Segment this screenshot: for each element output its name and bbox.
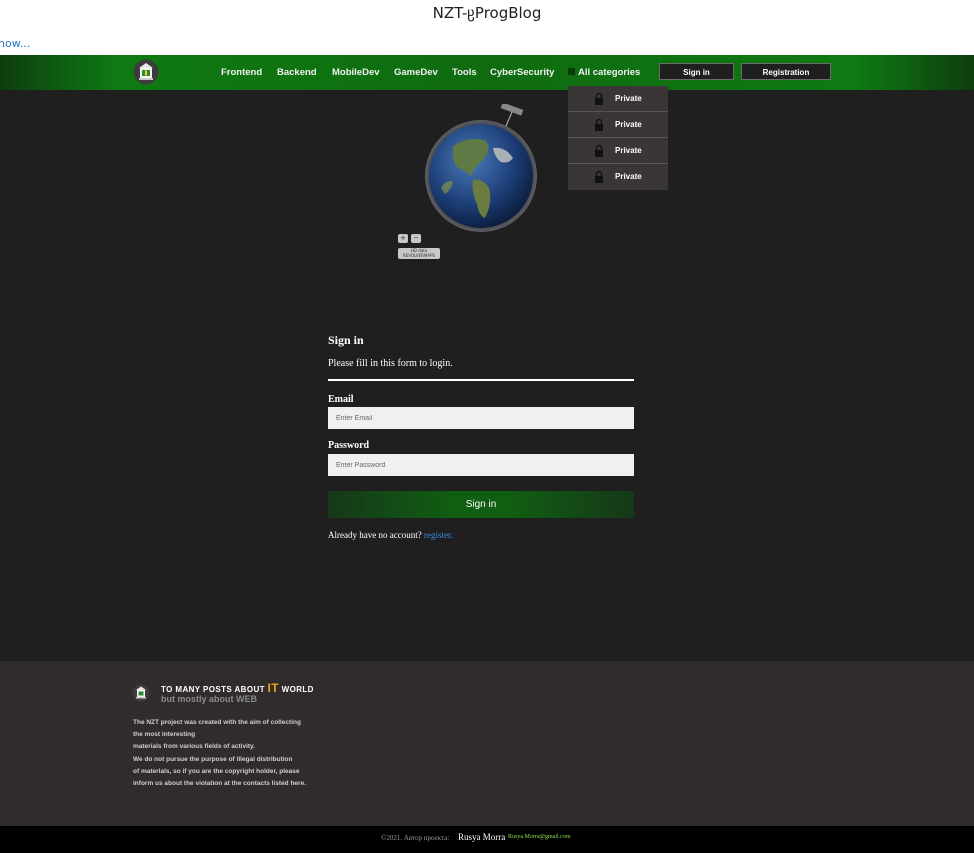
nav-mobiledev[interactable]: MobileDev <box>332 67 380 78</box>
footer-subheading: but mostly about WEB <box>161 694 257 704</box>
password-label: Password <box>328 440 370 451</box>
footer-heading-it: IT <box>267 681 279 695</box>
lock-icon <box>595 170 603 183</box>
register-prompt: Already have no account? register. <box>328 530 453 540</box>
registration-nav-button[interactable]: Registration <box>741 63 831 80</box>
signin-nav-button[interactable]: Sign in <box>659 63 734 80</box>
page-title: NZT-ჸProgBlog <box>432 4 542 22</box>
site-logo-icon[interactable] <box>133 59 159 85</box>
footer-heading: TO MANY POSTS ABOUT IT WORLD <box>161 681 314 695</box>
footer-description-line: We do not pursue the purpose of illegal … <box>133 755 293 763</box>
map-zoom-out-button[interactable]: − <box>411 234 421 243</box>
footer-logo-icon <box>132 684 150 702</box>
footer: TO MANY POSTS ABOUT IT WORLD but mostly … <box>0 661 974 826</box>
dropdown-item-label: Private <box>615 146 642 155</box>
nav-gamedev[interactable]: GameDev <box>394 67 438 78</box>
footer-heading-post: WORLD <box>281 685 314 694</box>
nav-tools[interactable]: Tools <box>452 67 477 78</box>
lock-icon <box>595 118 603 131</box>
nav-all-categories[interactable]: All categories <box>578 67 640 78</box>
dropdown-item[interactable]: Private <box>568 112 668 138</box>
email-label: Email <box>328 394 354 405</box>
globe-map[interactable] <box>423 118 539 234</box>
map-badge-line: REVOLVERMAPS <box>402 253 436 258</box>
email-field[interactable] <box>328 407 634 429</box>
dropdown-item-label: Private <box>615 94 642 103</box>
copyright-bar: ©2021. Автор проекта: Rusya Morra Rusya.… <box>0 826 974 853</box>
footer-description-line: The NZT project was created with the aim… <box>133 719 301 726</box>
footer-description-line: the most interesting <box>133 731 196 739</box>
lock-icon <box>595 144 603 157</box>
nav-cybersecurity[interactable]: CyberSecurity <box>490 67 554 78</box>
footer-description-line: inform us about the violation at the con… <box>133 780 306 788</box>
dropdown-item[interactable]: Private <box>568 86 668 112</box>
dropdown-item-label: Private <box>615 120 642 129</box>
nav-backend[interactable]: Backend <box>277 67 317 78</box>
author-email-link[interactable]: Rusya.Morra@gmail.com <box>508 834 571 840</box>
copyright-text: ©2021. Автор проекта: <box>381 834 450 842</box>
form-subtitle: Please fill in this form to login. <box>328 358 453 369</box>
register-text: Already have no account? <box>328 530 422 540</box>
browser-header: NZT-ჸProgBlog now... <box>0 0 974 55</box>
form-title: Sign in <box>328 333 364 347</box>
footer-description: The NZT project was created with the aim… <box>133 717 343 790</box>
dropdown-item-label: Private <box>615 172 642 181</box>
footer-description-line: of materials, so if you are the copyrigh… <box>133 767 300 775</box>
dropdown-item[interactable]: Private <box>568 164 668 190</box>
map-zoom-in-button[interactable]: + <box>398 234 408 243</box>
nav-frontend[interactable]: Frontend <box>221 67 262 78</box>
form-divider <box>328 379 634 381</box>
categories-marker-icon <box>568 68 575 75</box>
categories-dropdown: Private Private Private Private <box>568 86 668 190</box>
show-more-link[interactable]: now... <box>0 37 30 50</box>
signin-submit-button[interactable]: Sign in <box>328 491 634 518</box>
password-field[interactable] <box>328 454 634 476</box>
lock-icon <box>595 92 603 105</box>
register-link[interactable]: register. <box>424 530 453 540</box>
top-navbar: Frontend Backend MobileDev GameDev Tools… <box>0 55 974 90</box>
author-name: Rusya Morra <box>458 832 506 842</box>
footer-description-line: materials from various fields of activit… <box>133 743 255 751</box>
footer-heading-pre: TO MANY POSTS ABOUT <box>161 685 265 694</box>
map-badge[interactable]: HD data REVOLVERMAPS <box>398 248 440 259</box>
dropdown-item[interactable]: Private <box>568 138 668 164</box>
